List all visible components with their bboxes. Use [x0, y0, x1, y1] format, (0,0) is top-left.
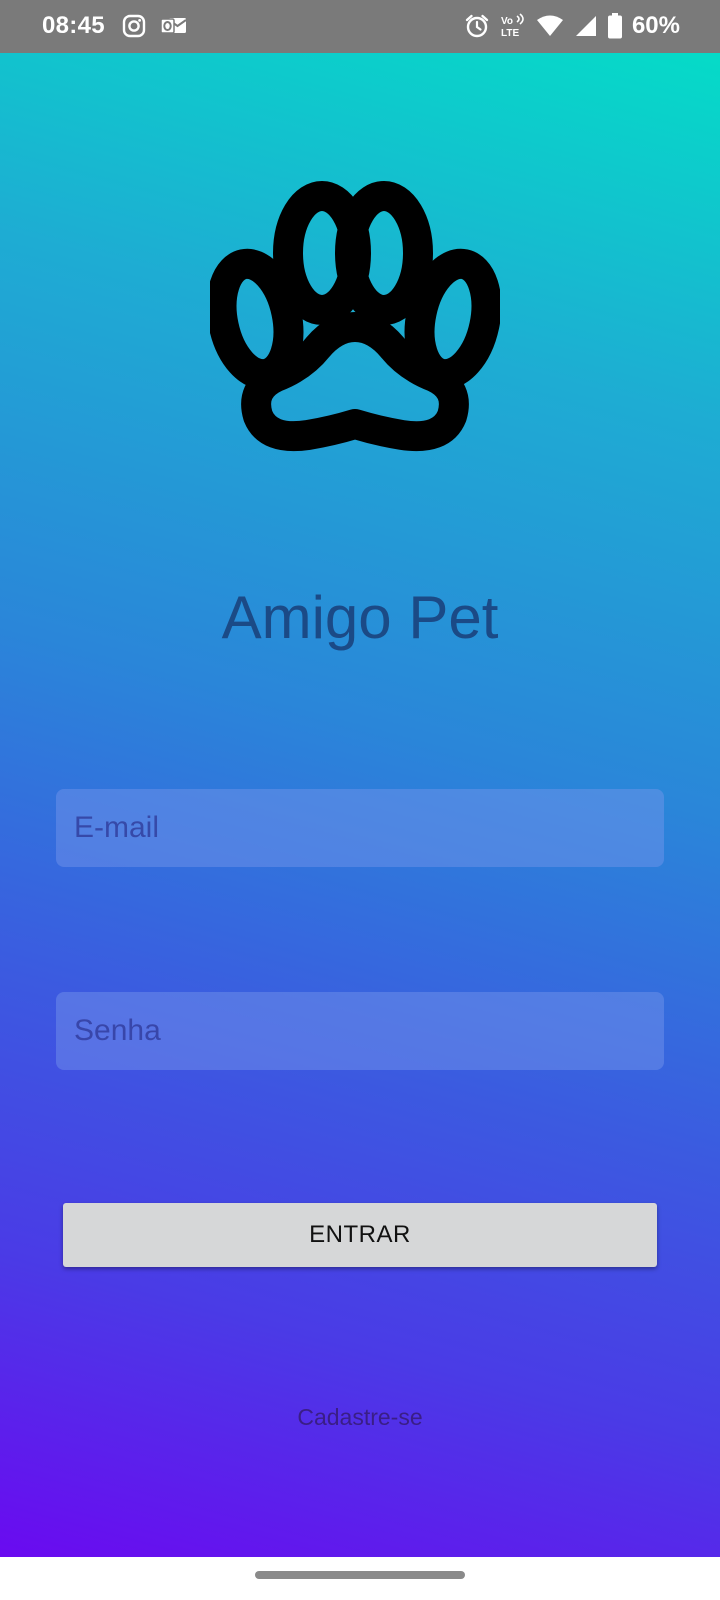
email-field[interactable] — [56, 789, 664, 867]
login-content: Amigo Pet ENTRAR Cadastre-se — [0, 53, 720, 1557]
signup-link[interactable]: Cadastre-se — [0, 1404, 720, 1431]
outlook-icon — [160, 18, 187, 34]
status-bar: 08:45 Vo LTE 60% — [0, 0, 720, 53]
alarm-icon — [465, 14, 489, 38]
navigation-bar — [0, 1557, 720, 1600]
password-field[interactable] — [56, 992, 664, 1070]
volte-text-top: Vo — [501, 16, 513, 27]
status-time: 08:45 — [42, 12, 105, 39]
instagram-icon — [122, 14, 146, 38]
login-screen: 08:45 Vo LTE 60% Amigo Pet E-mail ENTRAR… — [0, 0, 720, 1600]
battery-percent: 60% — [631, 12, 680, 39]
notification-icons — [122, 14, 188, 38]
app-title: Amigo Pet — [221, 584, 499, 651]
home-indicator[interactable] — [255, 1571, 465, 1579]
login-button[interactable]: ENTRAR — [63, 1203, 657, 1267]
battery-icon — [607, 13, 622, 39]
paw-icon — [210, 181, 500, 452]
signal-icon — [575, 16, 596, 36]
wifi-icon — [536, 15, 563, 36]
system-status-icons: Vo LTE 60% — [464, 12, 680, 40]
volte-text-bottom: LTE — [501, 28, 519, 39]
volte-icon: Vo LTE — [501, 13, 524, 39]
